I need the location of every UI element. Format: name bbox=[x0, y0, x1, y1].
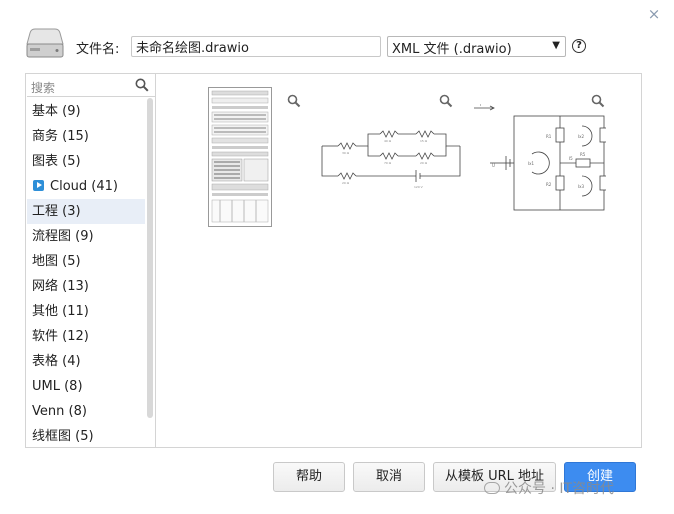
wechat-icon bbox=[484, 482, 500, 494]
category-item-venn[interactable]: Venn (8) bbox=[27, 399, 145, 424]
svg-text:20 Ω: 20 Ω bbox=[420, 161, 428, 165]
svg-text:R1: R1 bbox=[546, 134, 552, 139]
template-browser: 搜索 基本 (9) 商务 (15) 图表 (5) Cloud (41) 工程 (… bbox=[25, 73, 642, 448]
search-input[interactable]: 搜索 bbox=[27, 75, 155, 97]
category-item-cloud[interactable]: Cloud (41) bbox=[27, 174, 145, 199]
help-icon[interactable]: ? bbox=[572, 39, 586, 53]
svg-text:20 Ω: 20 Ω bbox=[342, 181, 350, 185]
category-item-engineering[interactable]: 工程 (3) bbox=[27, 199, 145, 224]
svg-text:Ix2: Ix2 bbox=[578, 134, 585, 139]
svg-text:Ix3: Ix3 bbox=[578, 184, 585, 189]
category-sidebar: 搜索 基本 (9) 商务 (15) 图表 (5) Cloud (41) 工程 (… bbox=[26, 74, 156, 447]
category-item-software[interactable]: 软件 (12) bbox=[27, 324, 145, 349]
filename-label: 文件名: bbox=[76, 42, 120, 57]
category-item-uml[interactable]: UML (8) bbox=[27, 374, 145, 399]
zoom-icon[interactable] bbox=[287, 94, 301, 108]
zoom-icon[interactable] bbox=[439, 94, 453, 108]
category-item-tables[interactable]: 表格 (4) bbox=[27, 349, 145, 374]
category-item-wireframes[interactable]: 线框图 (5) bbox=[27, 424, 145, 447]
category-item-label: Cloud (41) bbox=[50, 179, 118, 194]
template-rack-diagram[interactable] bbox=[208, 87, 272, 227]
svg-text:70 Ω: 70 Ω bbox=[384, 161, 392, 165]
zoom-icon[interactable] bbox=[591, 94, 605, 108]
format-select[interactable]: XML 文件 (.drawio) ▼ bbox=[387, 36, 566, 57]
svg-text:120 V: 120 V bbox=[414, 185, 424, 189]
category-item-maps[interactable]: 地图 (5) bbox=[27, 249, 145, 274]
svg-text:R5: R5 bbox=[580, 152, 586, 157]
svg-text:40 Ω: 40 Ω bbox=[384, 139, 392, 143]
category-item-basic[interactable]: 基本 (9) bbox=[27, 99, 145, 124]
template-mesh-circuit[interactable]: I U Ix1 Ix2 Ix3 R1 R2 R3 R4 R5 I5 bbox=[472, 104, 606, 216]
cancel-button[interactable]: 取消 bbox=[353, 462, 425, 492]
svg-text:I: I bbox=[480, 104, 481, 107]
category-item-charts[interactable]: 图表 (5) bbox=[27, 149, 145, 174]
category-item-other[interactable]: 其他 (11) bbox=[27, 299, 145, 324]
sidebar-scrollbar[interactable] bbox=[147, 98, 153, 418]
category-item-flowchart[interactable]: 流程图 (9) bbox=[27, 224, 145, 249]
play-icon bbox=[33, 180, 44, 191]
watermark: 公众号 · IT咨时代 bbox=[484, 478, 614, 498]
svg-text:R2: R2 bbox=[546, 182, 552, 187]
chevron-down-icon: ▼ bbox=[552, 40, 560, 51]
svg-text:I5: I5 bbox=[569, 156, 573, 161]
search-icon[interactable] bbox=[135, 78, 149, 92]
template-grid: 30 Ω 40 Ω 15 Ω 70 Ω 20 Ω 20 Ω 120 V I U … bbox=[157, 74, 641, 447]
category-list: 基本 (9) 商务 (15) 图表 (5) Cloud (41) 工程 (3) … bbox=[27, 99, 145, 447]
watermark-text: 公众号 · IT咨时代 bbox=[504, 481, 615, 497]
help-button[interactable]: 帮助 bbox=[273, 462, 345, 492]
search-placeholder: 搜索 bbox=[31, 81, 56, 95]
category-item-network[interactable]: 网络 (13) bbox=[27, 274, 145, 299]
filename-input[interactable] bbox=[131, 36, 381, 57]
hard-drive-icon bbox=[26, 28, 64, 58]
category-item-business[interactable]: 商务 (15) bbox=[27, 124, 145, 149]
template-resistor-circuit[interactable]: 30 Ω 40 Ω 15 Ω 70 Ω 20 Ω 20 Ω 120 V bbox=[320, 126, 464, 192]
svg-text:Ix1: Ix1 bbox=[528, 161, 535, 166]
format-selected-label: XML 文件 (.drawio) bbox=[392, 42, 512, 57]
svg-text:30 Ω: 30 Ω bbox=[342, 151, 350, 155]
close-icon[interactable]: × bbox=[647, 7, 661, 22]
svg-text:U: U bbox=[492, 163, 495, 168]
svg-text:15 Ω: 15 Ω bbox=[420, 139, 428, 143]
